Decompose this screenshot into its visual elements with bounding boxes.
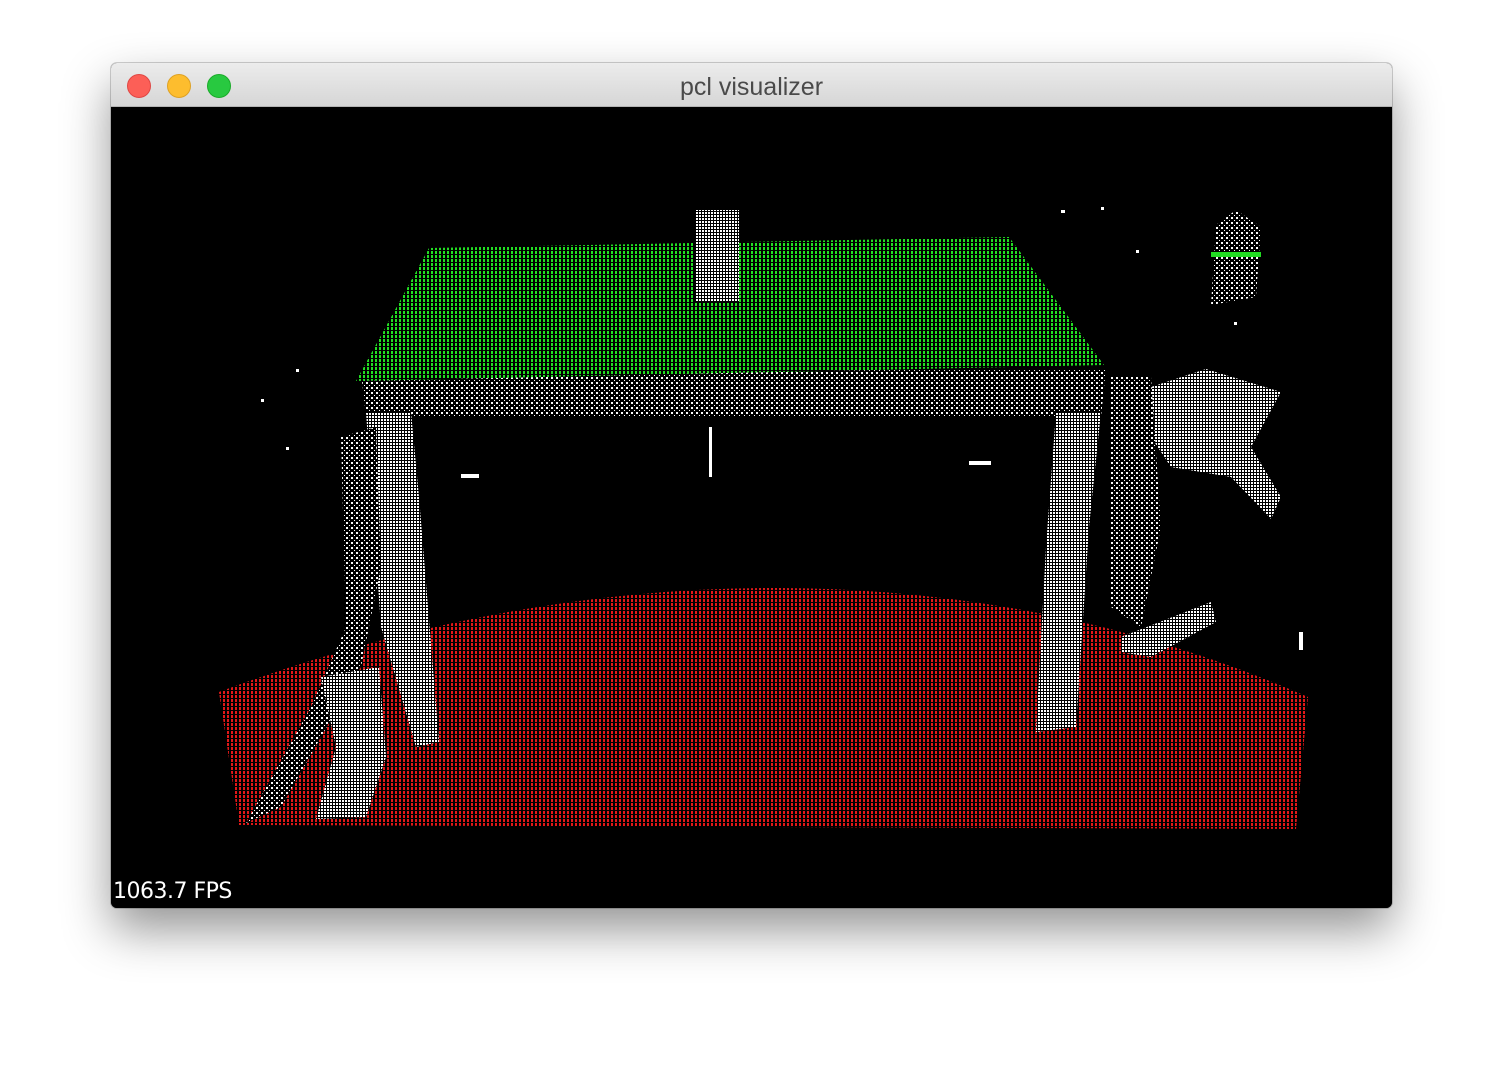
top-right-green-strip bbox=[1211, 252, 1261, 257]
point-cloud-canvas[interactable] bbox=[111, 107, 1392, 908]
fps-counter: 1063.7 FPS bbox=[113, 879, 232, 904]
top-right-object-cloud bbox=[1211, 210, 1261, 305]
point-cloud-viewport[interactable]: 1063.7 FPS bbox=[111, 107, 1392, 908]
right-object-cloud bbox=[1151, 369, 1281, 519]
object-on-table-cloud bbox=[695, 210, 739, 302]
title-bar[interactable]: pcl visualizer bbox=[111, 63, 1392, 107]
window-title: pcl visualizer bbox=[679, 73, 824, 101]
pcl-visualizer-window: pcl visualizer 1063.7 FPS bbox=[111, 63, 1392, 908]
right-clutter-cloud bbox=[1111, 377, 1161, 627]
